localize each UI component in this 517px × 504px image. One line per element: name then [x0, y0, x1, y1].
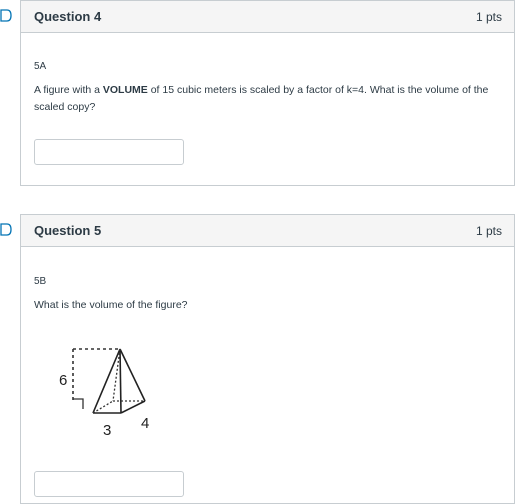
answer-input[interactable] [34, 139, 184, 165]
question-header: Question 4 1 pts [21, 1, 514, 33]
question-points: 1 pts [475, 10, 502, 24]
flag-question-icon[interactable] [0, 223, 12, 236]
question-header: Question 5 1 pts [21, 215, 514, 247]
figure-label-height: 6 [59, 372, 67, 389]
question-text-pre: A figure with a [34, 84, 103, 96]
question-text: A figure with a VOLUME of 15 cubic meter… [34, 82, 498, 116]
question-label: 5A [34, 61, 47, 72]
question-points: 1 pts [475, 224, 502, 238]
answer-input[interactable] [34, 471, 184, 497]
question-title: Question 5 [34, 223, 102, 238]
question-text-bold: VOLUME [102, 84, 148, 96]
question-label: 5B [34, 276, 47, 287]
question-text: What is the volume of the figure? [34, 299, 188, 311]
pyramid-figure: 6 3 4 [51, 343, 161, 443]
figure-label-depth: 4 [141, 415, 149, 432]
figure-label-width: 3 [103, 422, 111, 438]
flag-question-icon[interactable] [0, 9, 12, 22]
question-title: Question 4 [34, 9, 102, 24]
question-4-card: Question 4 1 pts 5A A figure with a VOLU… [20, 0, 515, 186]
question-5-card: Question 5 1 pts 5B What is the volume o… [20, 214, 515, 504]
